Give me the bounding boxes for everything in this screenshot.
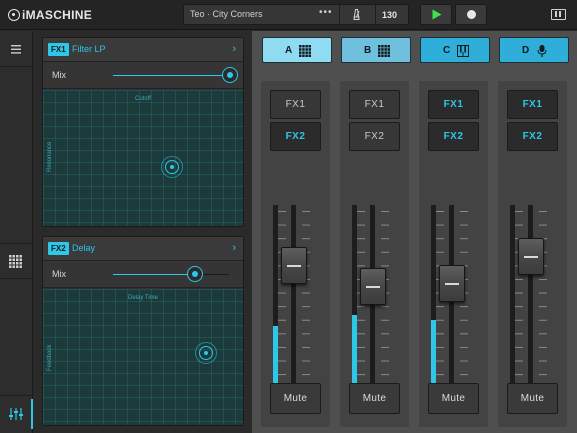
grid-icon — [299, 45, 311, 57]
tempo-value[interactable]: 130 — [382, 10, 397, 20]
xy-y-label: Resonance — [47, 141, 53, 172]
metronome-icon[interactable] — [352, 9, 361, 20]
left-rail — [0, 31, 33, 433]
mixer-icon — [9, 408, 23, 420]
mixer: A B C D FX1 FX2 Mute FX1 FX2 Mute FX1 FX… — [252, 31, 577, 433]
fx-name: Filter LP — [72, 44, 106, 54]
fx1-button[interactable]: FX1 — [507, 90, 558, 119]
group-b-button[interactable]: B — [341, 37, 411, 63]
mixer-view-button[interactable] — [0, 395, 33, 431]
mix-slider-track[interactable] — [113, 75, 228, 76]
chevron-right-icon[interactable]: › — [232, 242, 236, 254]
chevron-right-icon[interactable]: › — [232, 43, 236, 55]
logo-icon — [8, 9, 20, 21]
xy-x-label: Delay Time — [127, 295, 158, 301]
mix-slider-handle[interactable] — [187, 266, 203, 282]
record-button[interactable] — [455, 4, 487, 25]
record-icon — [467, 10, 476, 19]
xy-pad-handle[interactable] — [195, 342, 217, 364]
menu-button[interactable] — [0, 31, 32, 67]
mute-button[interactable]: Mute — [507, 383, 558, 414]
group-label: D — [522, 45, 530, 56]
keyboard-icon — [457, 45, 469, 57]
fader-track[interactable] — [528, 205, 533, 391]
fader-scale — [278, 211, 286, 389]
xy-y-label: Feedback — [47, 344, 53, 371]
mute-button[interactable]: Mute — [428, 383, 479, 414]
play-icon — [432, 9, 442, 20]
mix-slider-track[interactable] — [113, 274, 195, 275]
play-button[interactable] — [420, 4, 452, 25]
group-label: C — [443, 45, 451, 56]
keyboard-mode-icon[interactable] — [551, 9, 566, 20]
project-name[interactable]: Teo · City Corners — [190, 9, 263, 19]
channel-strip-b: FX1 FX2 Mute — [340, 81, 409, 427]
divider — [339, 5, 340, 24]
group-label: A — [285, 45, 293, 56]
app-window: iMASCHINE Teo · City Corners ••• 130 FX1… — [0, 0, 577, 433]
fx-slot-badge: FX1 — [48, 43, 69, 56]
grid-icon — [378, 45, 390, 57]
project-selector[interactable]: Teo · City Corners ••• 130 — [183, 4, 409, 25]
app-logo: iMASCHINE — [8, 8, 92, 22]
fx2-button[interactable]: FX2 — [349, 122, 400, 151]
mix-row: Mix — [43, 62, 243, 89]
fx1-button[interactable]: FX1 — [428, 90, 479, 119]
xy-x-label: Cutoff — [135, 96, 151, 102]
fx1-button[interactable]: FX1 — [349, 90, 400, 119]
handle-core — [170, 165, 174, 169]
fader-scale — [302, 211, 310, 389]
volume-fader[interactable] — [360, 268, 386, 305]
volume-fader[interactable] — [281, 247, 307, 284]
fx-header[interactable]: FX1 Filter LP › — [43, 38, 243, 62]
channel-strip-c: FX1 FX2 Mute — [419, 81, 488, 427]
channel-strip-d: FX1 FX2 Mute — [498, 81, 567, 427]
fx1-button[interactable]: FX1 — [270, 90, 321, 119]
fx2-button[interactable]: FX2 — [428, 122, 479, 151]
xy-pad[interactable]: Delay Time Feedback — [43, 289, 243, 425]
fx-slot-badge: FX2 — [48, 242, 69, 255]
mix-slider-handle[interactable] — [222, 67, 238, 83]
grid-icon — [9, 255, 22, 268]
channel-strip-a: FX1 FX2 Mute — [261, 81, 330, 427]
fx-panel-2: FX2 Delay › Mix Delay Time Feedback — [42, 236, 244, 426]
mix-label: Mix — [52, 70, 66, 80]
group-c-button[interactable]: C — [420, 37, 490, 63]
xy-pad-handle[interactable] — [161, 156, 183, 178]
pads-view-button[interactable] — [0, 243, 32, 279]
fx-panel-1: FX1 Filter LP › Mix Cutoff Resonance — [42, 37, 244, 227]
fx-name: Delay — [72, 243, 96, 253]
xy-pad[interactable]: Cutoff Resonance — [43, 90, 243, 226]
fx-header[interactable]: FX2 Delay › — [43, 237, 243, 261]
handle-core — [204, 351, 208, 355]
fx2-button[interactable]: FX2 — [507, 122, 558, 151]
mix-row: Mix — [43, 261, 243, 288]
hamburger-icon — [11, 45, 21, 54]
microphone-icon — [537, 45, 547, 57]
volume-fader[interactable] — [439, 265, 465, 302]
effects-column: FX1 Filter LP › Mix Cutoff Resonance FX2 — [33, 31, 251, 433]
mute-button[interactable]: Mute — [270, 383, 321, 414]
top-bar: iMASCHINE Teo · City Corners ••• 130 — [0, 0, 577, 30]
logo-text: iMASCHINE — [22, 8, 93, 22]
volume-fader[interactable] — [518, 238, 544, 275]
more-icon[interactable]: ••• — [319, 7, 333, 18]
fader-track[interactable] — [291, 205, 296, 391]
mix-label: Mix — [52, 269, 66, 279]
group-label: B — [364, 45, 372, 56]
mute-button[interactable]: Mute — [349, 383, 400, 414]
fx2-button[interactable]: FX2 — [270, 122, 321, 151]
group-d-button[interactable]: D — [499, 37, 569, 63]
divider — [375, 5, 376, 24]
group-a-button[interactable]: A — [262, 37, 332, 63]
